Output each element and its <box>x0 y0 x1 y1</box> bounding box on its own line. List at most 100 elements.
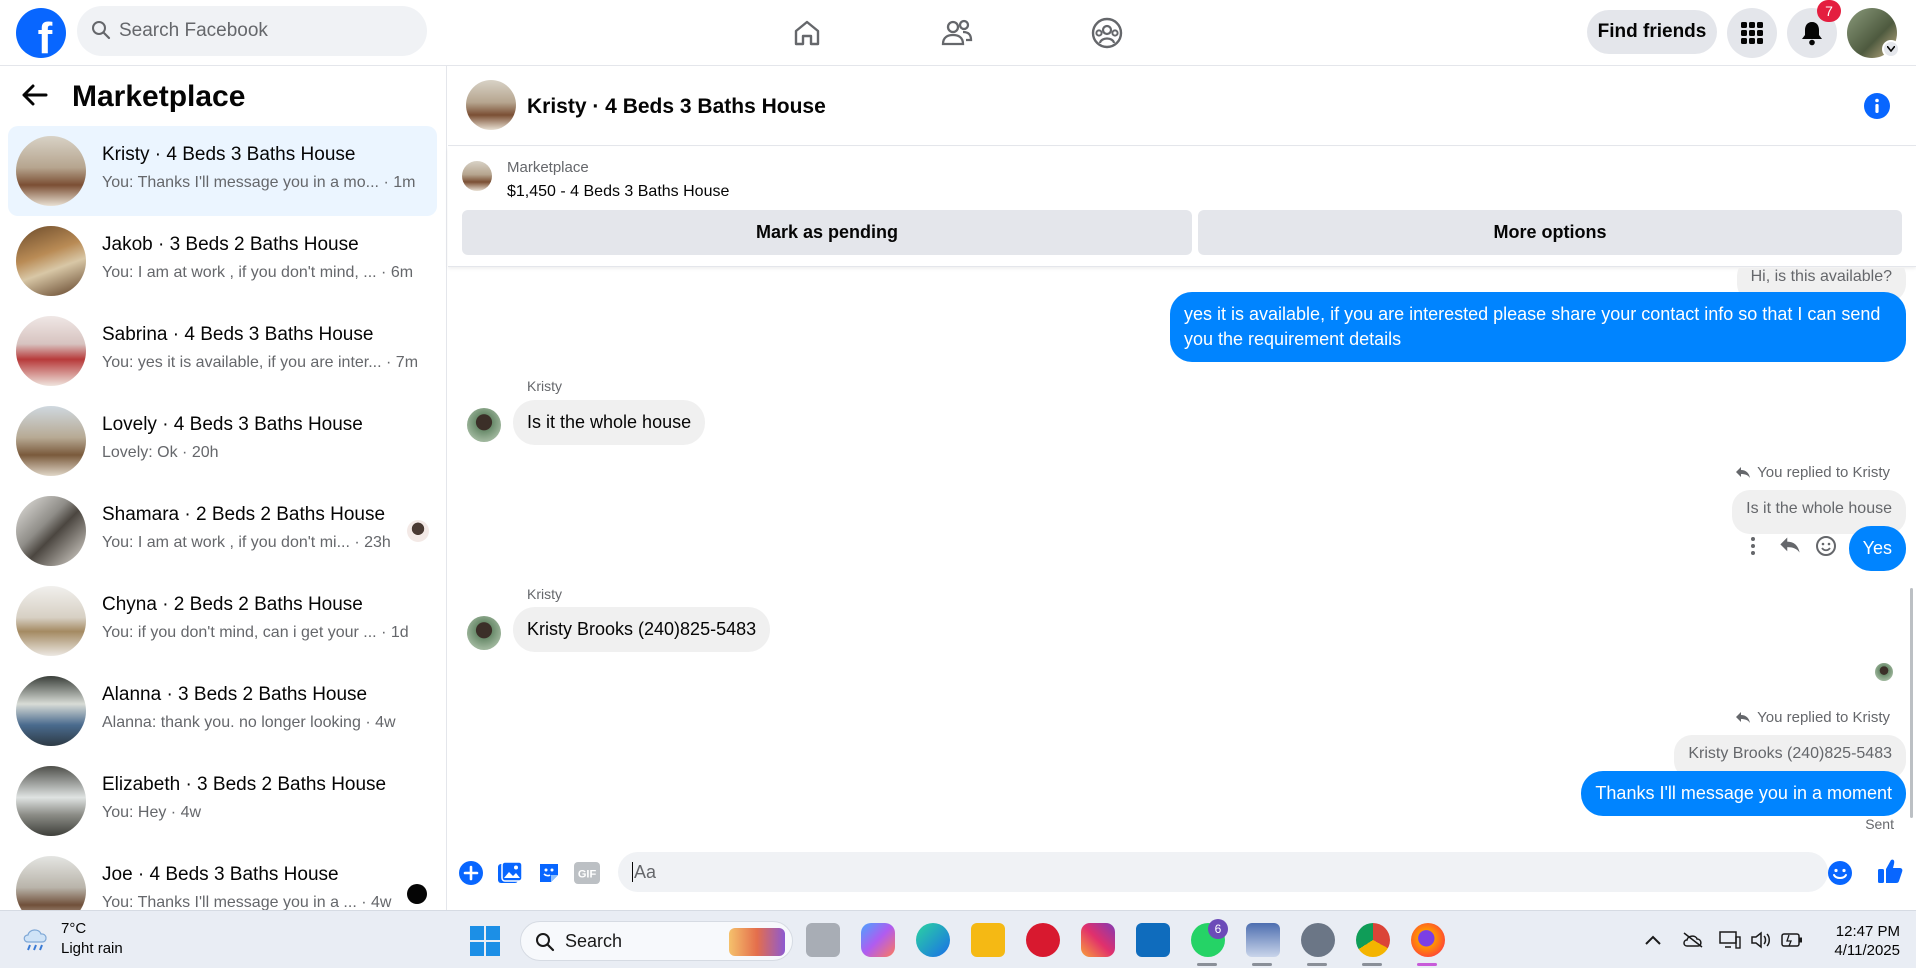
listing-thumbnail <box>16 676 86 746</box>
listing-price-title[interactable]: $1,450 - 4 Beds 3 Baths House <box>507 183 729 201</box>
reply-icon[interactable] <box>1779 536 1801 559</box>
conversation-item-alanna[interactable]: Alanna · 3 Beds 2 Baths House Alanna: th… <box>8 666 437 756</box>
battery-icon[interactable] <box>1781 929 1803 951</box>
conversation-item-lovely[interactable]: Lovely · 4 Beds 3 Baths House Lovely: Ok… <box>8 396 437 486</box>
chevron-down-icon[interactable] <box>1882 40 1900 58</box>
taskbar-clock[interactable]: 12:47 PM 4/11/2025 <box>1820 922 1900 960</box>
sender-name: Kristy <box>527 586 562 602</box>
conversation-item-shamara[interactable]: Shamara · 2 Beds 2 Baths House You: I am… <box>8 486 437 576</box>
weather-description[interactable]: Light rain <box>61 940 123 957</box>
outlook-icon[interactable] <box>1136 923 1170 957</box>
find-friends-button[interactable]: Find friends <box>1587 10 1717 54</box>
conversation-preview: You: Thanks I'll message you in a ... · … <box>102 894 392 910</box>
chat-title[interactable]: Kristy · 4 Beds 3 Baths House <box>527 95 826 119</box>
read-receipt-avatar <box>1875 663 1893 681</box>
whatsapp-badge: 6 <box>1208 919 1228 939</box>
more-actions-icon[interactable] <box>1750 536 1756 561</box>
listing-thumbnail <box>16 406 86 476</box>
reply-indicator: You replied to Kristy <box>1735 464 1890 481</box>
chrome-icon[interactable] <box>1356 923 1390 957</box>
info-icon[interactable] <box>1864 93 1890 124</box>
outgoing-message[interactable]: Thanks I'll message you in a moment <box>1581 771 1906 816</box>
mark-as-pending-button[interactable]: Mark as pending <box>462 210 1192 255</box>
listing-thumbnail[interactable] <box>462 161 492 191</box>
chat-listing-avatar[interactable] <box>466 80 516 130</box>
conversation-item-chyna[interactable]: Chyna · 2 Beds 2 Baths House You: if you… <box>8 576 437 666</box>
game-app-icon[interactable] <box>1246 923 1280 957</box>
reply-icon <box>1736 467 1751 478</box>
photo-icon[interactable] <box>495 858 525 888</box>
listing-thumbnail <box>16 316 86 386</box>
kristy-avatar[interactable] <box>467 408 501 442</box>
windows-start-icon[interactable] <box>470 926 500 961</box>
menu-grid-button[interactable] <box>1727 8 1777 58</box>
conversation-preview: Alanna: thank you. no longer looking · 4… <box>102 714 396 731</box>
text-caret <box>632 862 633 882</box>
outgoing-message[interactable]: yes it is available, if you are interest… <box>1170 292 1906 362</box>
search-highlight-image <box>729 928 785 956</box>
plus-icon[interactable] <box>456 858 486 888</box>
home-icon[interactable] <box>787 13 827 53</box>
marketplace-conversation-sidebar: Marketplace Kristy · 4 Beds 3 Baths Hous… <box>0 66 447 910</box>
conversation-name: Joe · 4 Beds 3 Baths House <box>102 864 339 885</box>
sticker-icon[interactable] <box>534 858 564 888</box>
conversation-preview: You: yes it is available, if you are int… <box>102 354 419 371</box>
conversation-item-joe[interactable]: Joe · 4 Beds 3 Baths House You: Thanks I… <box>8 846 437 910</box>
incoming-message[interactable]: Kristy Brooks (240)825-5483 <box>513 607 771 652</box>
conversation-preview: You: if you don't mind, can i get your .… <box>102 624 409 641</box>
settings-gear-icon[interactable] <box>1301 923 1335 957</box>
file-explorer-icon[interactable] <box>971 923 1005 957</box>
conversation-preview: You: Thanks I'll message you in a mo... … <box>102 174 416 191</box>
gif-icon[interactable]: GIF <box>572 858 602 888</box>
listing-source-label: Marketplace <box>507 159 589 176</box>
weather-temperature[interactable]: 7°C <box>61 920 86 937</box>
active-indicator <box>1417 963 1437 966</box>
groups-icon[interactable] <box>1087 13 1127 53</box>
message-composer: GIF Aa <box>448 834 1916 910</box>
weather-rain-icon[interactable] <box>20 924 52 959</box>
reply-indicator-text: You replied to Kristy <box>1757 464 1890 481</box>
conversation-item-sabrina[interactable]: Sabrina · 4 Beds 3 Baths House You: yes … <box>8 306 437 396</box>
search-facebook-input[interactable]: Search Facebook <box>77 6 427 56</box>
thread-scrollbar[interactable] <box>1910 588 1913 818</box>
conversation-item-kristy[interactable]: Kristy · 4 Beds 3 Baths House You: Thank… <box>8 126 437 216</box>
notification-count-badge: 7 <box>1817 0 1841 22</box>
taskbar-search[interactable]: Search <box>520 921 793 961</box>
friends-icon[interactable] <box>937 13 977 53</box>
thumbs-up-icon[interactable] <box>1875 856 1905 886</box>
listing-thumbnail <box>16 856 86 910</box>
more-options-button[interactable]: More options <box>1198 210 1902 255</box>
opera-icon[interactable] <box>1026 923 1060 957</box>
emoji-icon[interactable] <box>1825 858 1855 888</box>
conversation-preview: You: I am at work , if you don't mind, .… <box>102 264 414 281</box>
cloud-offline-icon[interactable] <box>1682 929 1704 951</box>
taskbar-search-label: Search <box>565 930 623 951</box>
edge-icon[interactable] <box>916 923 950 957</box>
conversation-item-elizabeth[interactable]: Elizabeth · 3 Beds 2 Baths House You: He… <box>8 756 437 846</box>
message-input[interactable]: Aa <box>618 852 1828 892</box>
firefox-icon[interactable] <box>1411 923 1445 957</box>
incoming-message[interactable]: Is it the whole house <box>513 400 706 445</box>
running-indicator <box>1307 963 1327 966</box>
outgoing-message[interactable]: Yes <box>1848 526 1906 571</box>
listing-thumbnail <box>16 586 86 656</box>
conversation-name: Kristy · 4 Beds 3 Baths House <box>102 144 356 165</box>
kristy-avatar[interactable] <box>467 616 501 650</box>
reply-indicator-text: You replied to Kristy <box>1757 709 1890 726</box>
facebook-logo[interactable]: f <box>16 8 66 58</box>
bell-icon <box>1802 22 1822 46</box>
copilot-icon[interactable] <box>861 923 895 957</box>
conversation-name: Sabrina · 4 Beds 3 Baths House <box>102 324 374 345</box>
task-view-icon[interactable] <box>806 923 840 957</box>
volume-icon[interactable] <box>1750 929 1772 951</box>
conversation-preview: Lovely: Ok · 20h <box>102 444 219 461</box>
conversation-item-jakob[interactable]: Jakob · 3 Beds 2 Baths House You: I am a… <box>8 216 437 306</box>
back-arrow-icon[interactable] <box>22 84 48 111</box>
listing-thumbnail <box>16 766 86 836</box>
network-icon[interactable] <box>1719 929 1741 951</box>
clock-date: 4/11/2025 <box>1834 942 1900 959</box>
chevron-up-icon[interactable] <box>1642 929 1664 951</box>
react-emoji-icon[interactable] <box>1815 535 1837 562</box>
running-indicator <box>1197 963 1217 966</box>
instagram-icon[interactable] <box>1081 923 1115 957</box>
